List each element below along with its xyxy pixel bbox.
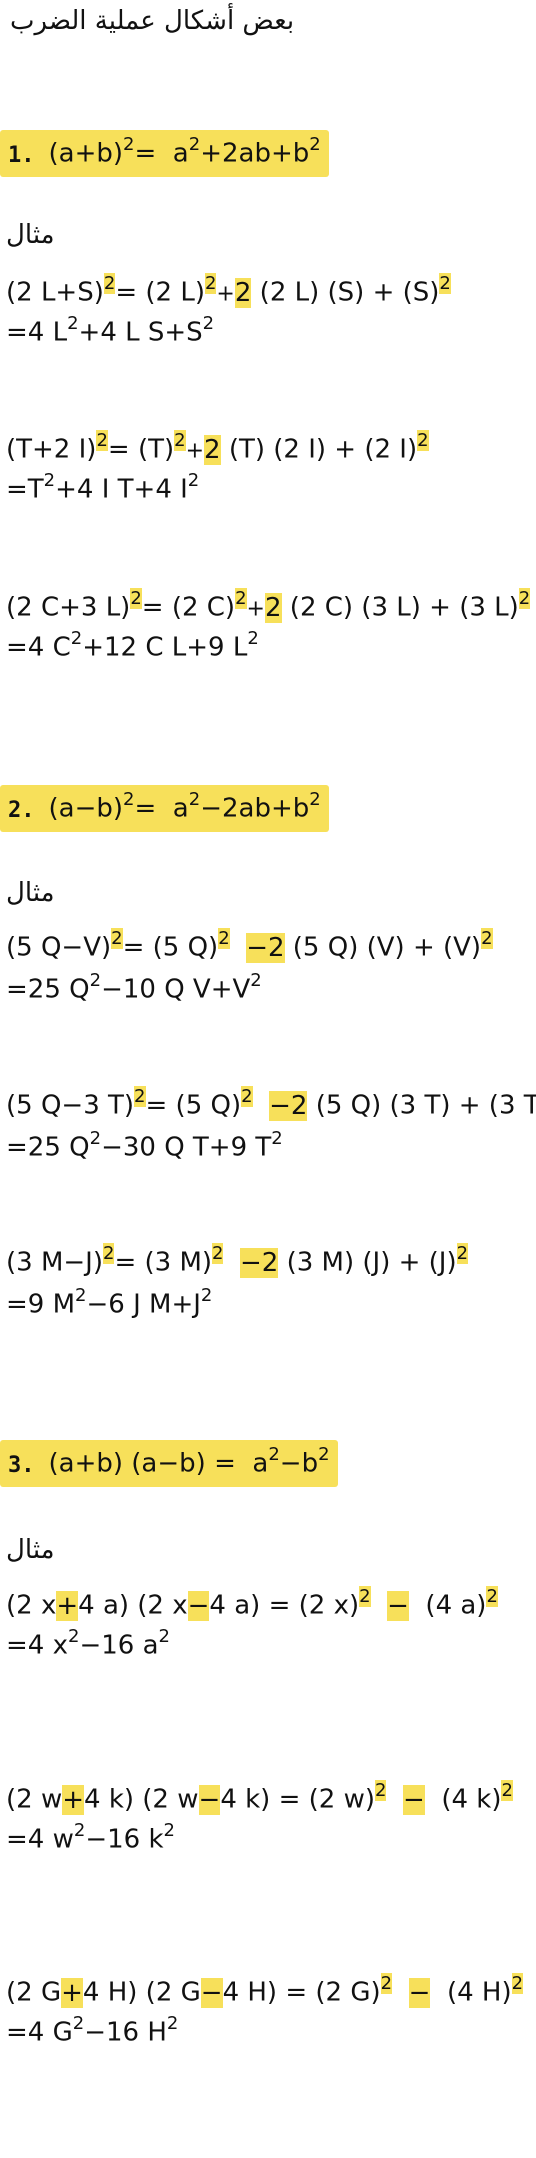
example-result: =4 C2+12 C L+9 L2 bbox=[6, 628, 259, 663]
example-result: =25 Q2−30 Q T+9 T2 bbox=[6, 1128, 283, 1163]
example-line: (2 C+3 L)2= (2 C)2+2 (2 C) (3 L) + (3 L)… bbox=[6, 588, 531, 623]
example-result: =9 M2−6 J M+J2 bbox=[6, 1285, 213, 1320]
example-line: (5 Q−3 T)2= (5 Q)2 −2 (5 Q) (3 T) + (3 T… bbox=[6, 1086, 536, 1121]
formula-box: 3. (a+b) (a−b) = a2−b2 bbox=[0, 1440, 338, 1487]
example-line: (2 L+S)2= (2 L)2+2 (2 L) (S) + (S)2 bbox=[6, 273, 451, 308]
example-line: (2 x+4 a) (2 x−4 a) = (2 x)2 − (4 a)2 bbox=[6, 1586, 498, 1621]
example-result: =4 w2−16 k2 bbox=[6, 1820, 175, 1855]
example-label: مثال bbox=[6, 1535, 55, 1565]
formula-box: 2. (a−b)2= a2−2ab+b2 bbox=[0, 785, 329, 832]
example-line: (3 M−J)2= (3 M)2 −2 (3 M) (J) + (J)2 bbox=[6, 1243, 469, 1278]
page-title: بعض أشكال عملية الضرب bbox=[10, 6, 295, 36]
example-line: (2 w+4 k) (2 w−4 k) = (2 w)2 − (4 k)2 bbox=[6, 1780, 513, 1815]
example-result: =T2+4 I T+4 I2 bbox=[6, 470, 200, 505]
example-label: مثال bbox=[6, 220, 55, 250]
section-3: 3. (a+b) (a−b) = a2−b2 bbox=[0, 1440, 536, 1487]
section-number: 1. bbox=[8, 142, 35, 168]
example-result: =4 L2+4 L S+S2 bbox=[6, 313, 215, 348]
example-result: =4 G2−16 H2 bbox=[6, 2013, 179, 2048]
section-2: 2. (a−b)2= a2−2ab+b2 bbox=[0, 785, 536, 832]
example-result: =25 Q2−10 Q V+V2 bbox=[6, 970, 262, 1005]
formula-box: 1. (a+b)2= a2+2ab+b2 bbox=[0, 130, 329, 177]
section-number: 3. bbox=[8, 1452, 35, 1478]
example-label: مثال bbox=[6, 878, 55, 908]
example-line: (5 Q−V)2= (5 Q)2 −2 (5 Q) (V) + (V)2 bbox=[6, 928, 493, 963]
section-number: 2. bbox=[8, 797, 35, 823]
section-1: 1. (a+b)2= a2+2ab+b2 bbox=[0, 130, 536, 177]
example-line: (T+2 I)2= (T)2+2 (T) (2 I) + (2 I)2 bbox=[6, 430, 429, 465]
example-result: =4 x2−16 a2 bbox=[6, 1626, 170, 1661]
example-line: (2 G+4 H) (2 G−4 H) = (2 G)2 − (4 H)2 bbox=[6, 1973, 524, 2008]
